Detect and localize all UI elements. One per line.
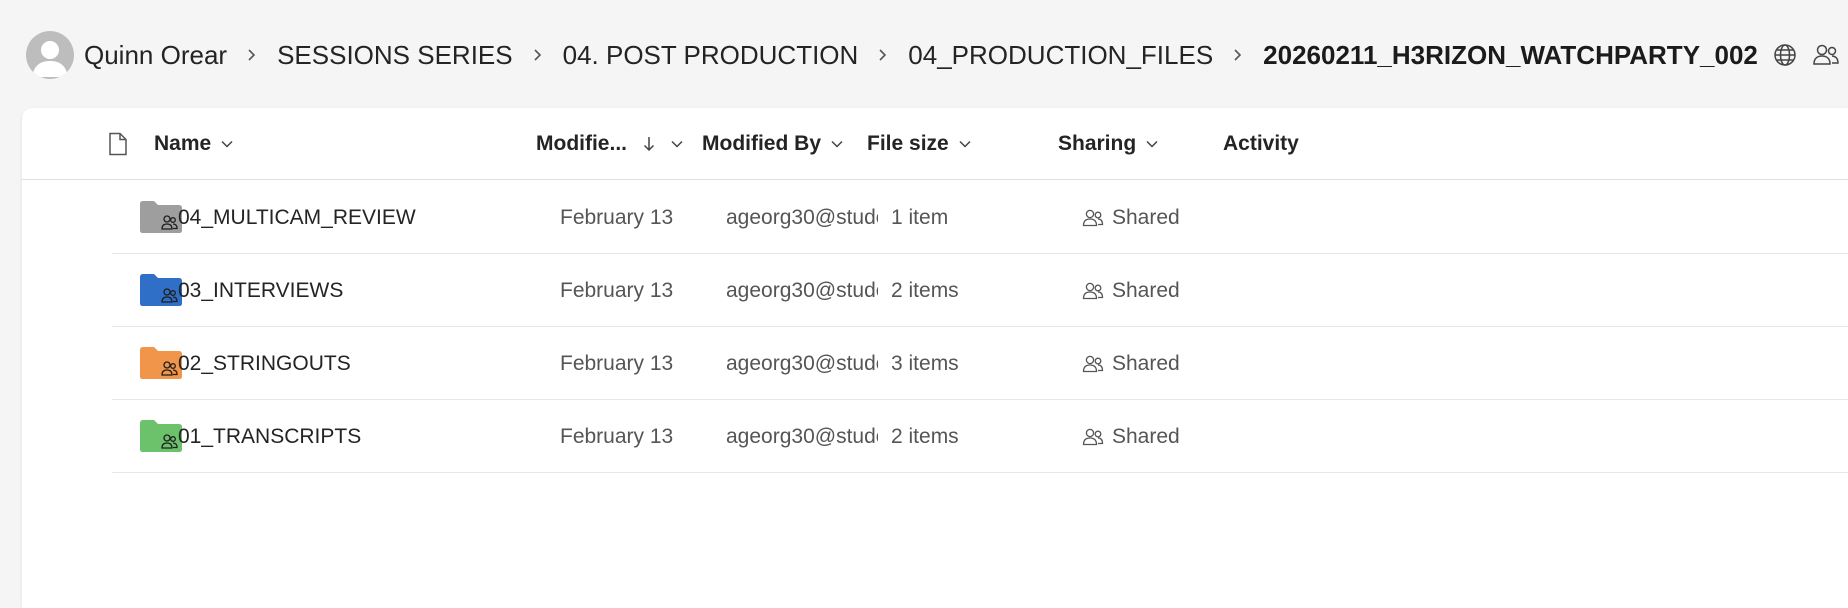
breadcrumb: Quinn Orear SESSIONS SERIES 04. POST PRO… bbox=[26, 28, 1840, 82]
file-name[interactable]: 02_STRINGOUTS bbox=[178, 327, 351, 400]
sharing-status[interactable]: Shared bbox=[1082, 254, 1180, 327]
chevron-down-icon bbox=[831, 140, 843, 148]
breadcrumb-item-sessions-series[interactable]: SESSIONS SERIES bbox=[277, 40, 513, 71]
column-header-label: Activity bbox=[1223, 132, 1299, 155]
sort-down-arrow-icon bbox=[643, 136, 655, 152]
file-size: 2 items bbox=[891, 424, 959, 448]
sharing-label: Shared bbox=[1112, 205, 1180, 229]
table-row[interactable]: 04_MULTICAM_REVIEW February 13 ageorg30@… bbox=[112, 181, 1848, 254]
column-header-row: Name Modifie... Modified By File size Sh… bbox=[22, 108, 1848, 180]
sharing-label: Shared bbox=[1112, 278, 1180, 302]
chevron-down-icon bbox=[1146, 140, 1158, 148]
column-header-file-size[interactable]: File size bbox=[867, 108, 971, 180]
modified-by: ageorg30@student bbox=[726, 278, 878, 302]
shared-folder-icon bbox=[140, 347, 182, 379]
chevron-right-icon bbox=[858, 48, 908, 62]
table-row[interactable]: 03_INTERVIEWS February 13 ageorg30@stude… bbox=[112, 254, 1848, 327]
file-size: 3 items bbox=[891, 351, 959, 375]
shared-folder-icon bbox=[140, 420, 182, 452]
file-name[interactable]: 03_INTERVIEWS bbox=[178, 254, 343, 327]
column-header-label: Modifie... bbox=[536, 132, 627, 155]
sharing-status[interactable]: Shared bbox=[1082, 400, 1180, 473]
people-icon bbox=[1082, 427, 1104, 447]
column-header-modified-by[interactable]: Modified By bbox=[702, 108, 843, 180]
column-header-label: Modified By bbox=[702, 132, 821, 155]
chevron-right-icon bbox=[1213, 48, 1263, 62]
sharing-status[interactable]: Shared bbox=[1082, 327, 1180, 400]
breadcrumb-item-user[interactable]: Quinn Orear bbox=[84, 40, 227, 71]
chevron-right-icon bbox=[227, 48, 277, 62]
file-type-icon[interactable] bbox=[108, 108, 128, 180]
chevron-down-icon bbox=[959, 140, 971, 148]
file-name[interactable]: 04_MULTICAM_REVIEW bbox=[178, 181, 416, 254]
modified-date: February 13 bbox=[560, 278, 674, 302]
modified-by: ageorg30@student bbox=[726, 205, 878, 229]
chevron-down-icon bbox=[671, 140, 683, 148]
breadcrumb-current-folder: 20260211_H3RIZON_WATCHPARTY_002 bbox=[1263, 39, 1758, 70]
modified-date: February 13 bbox=[560, 424, 674, 448]
shared-folder-icon bbox=[140, 201, 182, 233]
column-header-name[interactable]: Name bbox=[154, 108, 233, 180]
file-size: 2 items bbox=[891, 278, 959, 302]
people-icon bbox=[1082, 281, 1104, 301]
modified-by: ageorg30@student bbox=[726, 424, 878, 448]
sharing-label: Shared bbox=[1112, 351, 1180, 375]
avatar[interactable] bbox=[26, 31, 74, 79]
sharing-label: Shared bbox=[1112, 424, 1180, 448]
breadcrumb-item-production-files[interactable]: 04_PRODUCTION_FILES bbox=[908, 40, 1213, 71]
modified-date: February 13 bbox=[560, 205, 674, 229]
column-header-label: Name bbox=[154, 132, 212, 155]
people-icon bbox=[1082, 208, 1104, 228]
column-header-sharing[interactable]: Sharing bbox=[1058, 108, 1158, 180]
file-name[interactable]: 01_TRANSCRIPTS bbox=[178, 400, 361, 473]
file-list: Name Modifie... Modified By File size Sh… bbox=[22, 108, 1848, 608]
shared-folder-icon bbox=[140, 274, 182, 306]
modified-by: ageorg30@student bbox=[726, 351, 878, 375]
people-icon[interactable] bbox=[1812, 42, 1840, 68]
modified-date: February 13 bbox=[560, 351, 674, 375]
column-header-activity[interactable]: Activity bbox=[1223, 108, 1299, 180]
table-row[interactable]: 01_TRANSCRIPTS February 13 ageorg30@stud… bbox=[112, 400, 1848, 473]
sharing-status[interactable]: Shared bbox=[1082, 181, 1180, 254]
file-size: 1 item bbox=[891, 205, 949, 229]
column-header-modified[interactable]: Modifie... bbox=[536, 108, 683, 180]
globe-icon[interactable] bbox=[1772, 42, 1798, 68]
people-icon bbox=[1082, 354, 1104, 374]
breadcrumb-item-post-production[interactable]: 04. POST PRODUCTION bbox=[563, 40, 859, 71]
chevron-down-icon bbox=[221, 140, 233, 148]
table-row[interactable]: 02_STRINGOUTS February 13 ageorg30@stude… bbox=[112, 327, 1848, 400]
column-header-label: Sharing bbox=[1058, 132, 1137, 155]
column-header-label: File size bbox=[867, 132, 949, 155]
chevron-right-icon bbox=[513, 48, 563, 62]
